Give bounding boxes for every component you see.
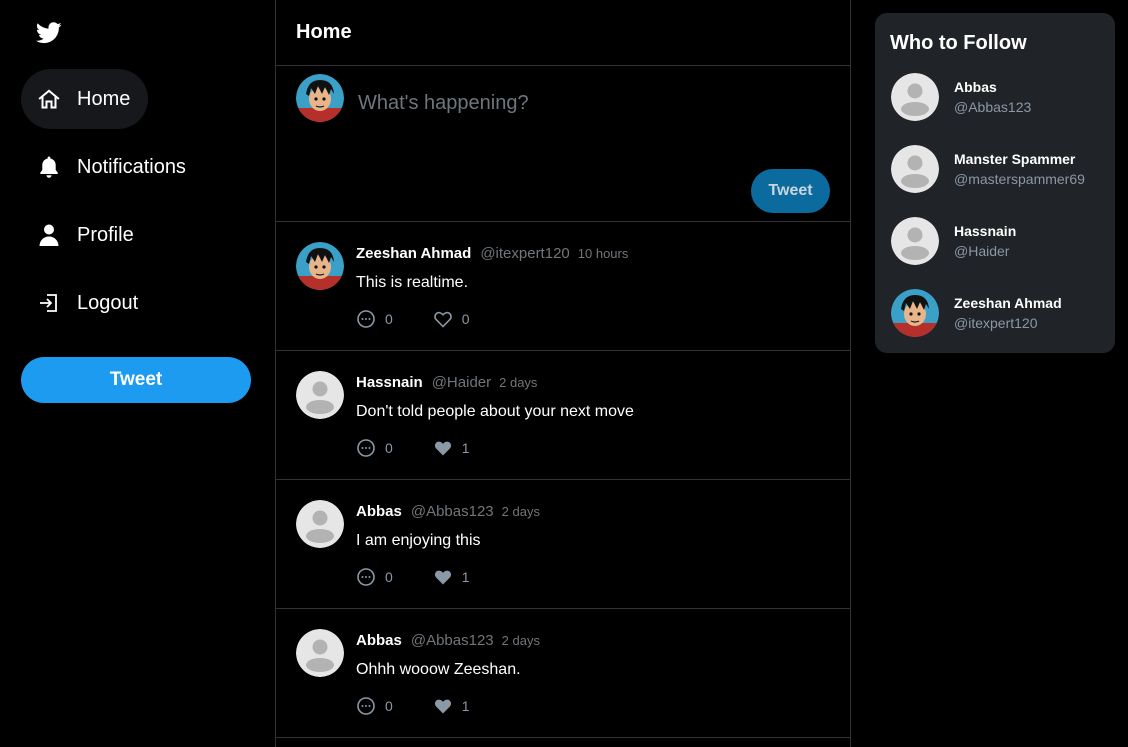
default-avatar[interactable]	[891, 145, 939, 193]
tweet-header: Abbas @Abbas123 2 days	[356, 632, 540, 652]
page-title: Home	[276, 0, 850, 66]
sidebar-item-notifications[interactable]: Notifications	[21, 137, 204, 197]
tweet-text: I am enjoying this	[356, 532, 481, 549]
heart-filled-icon	[434, 699, 451, 714]
tweet-author-name[interactable]: Hassnain	[356, 374, 423, 391]
default-avatar[interactable]	[891, 73, 939, 121]
tweet-author-handle[interactable]: @Abbas123	[411, 632, 494, 649]
tweet-item[interactable]: Zeeshan Ahmad @itexpert120 10 hours This…	[276, 222, 850, 351]
sidebar-item-home[interactable]: Home	[21, 69, 149, 129]
bell-icon	[37, 155, 61, 179]
sidebar: Home Notifications Profile Logout Tweet	[0, 0, 275, 747]
sidebar-item-label: Logout	[77, 291, 139, 314]
tweet-item[interactable]: Abbas @Abbas123 2 days I am enjoying thi…	[276, 480, 850, 609]
sidebar-item-label: Notifications	[77, 155, 186, 178]
follow-user-handle: @Abbas123	[954, 99, 1032, 115]
anime-avatar[interactable]	[296, 242, 344, 290]
follow-suggestion[interactable]: Zeeshan Ahmad @itexpert120	[891, 289, 1101, 341]
tweet-timestamp: 2 days	[499, 375, 538, 390]
tweet-item[interactable]: Hassnain @Haider 2 days Don't told peopl…	[276, 351, 850, 480]
follow-suggestion[interactable]: Abbas @Abbas123	[891, 73, 1101, 125]
tweet-timestamp: 2 days	[501, 633, 540, 648]
app-root: Home Notifications Profile Logout Tweet …	[0, 0, 1128, 747]
who-to-follow-panel: Who to Follow Abbas @Abbas123 Manster Sp…	[875, 13, 1115, 353]
default-avatar[interactable]	[296, 371, 344, 419]
anime-avatar[interactable]	[891, 289, 939, 337]
tweet-author-handle[interactable]: @Haider	[432, 374, 491, 391]
composer-tweet-button[interactable]: Tweet	[751, 169, 830, 213]
reply-count: 0	[385, 311, 393, 327]
reply-count: 0	[385, 698, 393, 714]
like-button[interactable]: 0	[433, 309, 470, 329]
reply-count: 0	[385, 569, 393, 585]
sidebar-tweet-button[interactable]: Tweet	[21, 357, 251, 403]
reply-button[interactable]: 0	[356, 438, 393, 458]
like-button[interactable]: 1	[433, 438, 470, 458]
reply-count: 0	[385, 440, 393, 456]
tweet-header: Hassnain @Haider 2 days	[356, 374, 537, 394]
comment-icon	[357, 310, 375, 328]
tweet-timestamp: 2 days	[501, 504, 540, 519]
anime-avatar	[296, 74, 344, 122]
tweet-author-handle[interactable]: @Abbas123	[411, 503, 494, 520]
logout-icon	[37, 291, 61, 315]
default-avatar[interactable]	[296, 500, 344, 548]
user-icon	[37, 223, 61, 247]
follow-suggestion[interactable]: Manster Spammer @masterspammer69	[891, 145, 1101, 197]
reply-button[interactable]: 0	[356, 696, 393, 716]
sidebar-item-label: Profile	[77, 223, 134, 246]
heart-filled-icon	[434, 570, 451, 585]
tweet-author-name[interactable]: Zeeshan Ahmad	[356, 245, 471, 262]
tweet-header: Abbas @Abbas123 2 days	[356, 503, 540, 523]
like-button[interactable]: 1	[433, 696, 470, 716]
like-button[interactable]: 1	[433, 567, 470, 587]
tweet-author-name[interactable]: Abbas	[356, 632, 402, 649]
follow-user-handle: @itexpert120	[954, 315, 1038, 331]
default-avatar[interactable]	[296, 629, 344, 677]
follow-user-name[interactable]: Hassnain	[954, 223, 1016, 239]
tweet-timestamp: 10 hours	[577, 246, 629, 261]
follow-user-handle: @Haider	[954, 243, 1010, 259]
like-count: 0	[461, 311, 470, 327]
tweet-text: Don't told people about your next move	[356, 403, 634, 420]
comment-icon	[357, 697, 375, 715]
composer-input[interactable]	[358, 88, 818, 118]
tweet-text: Ohhh wooow Zeeshan.	[356, 661, 521, 678]
follow-user-name[interactable]: Abbas	[954, 79, 997, 95]
follow-user-handle: @masterspammer69	[954, 171, 1085, 187]
follow-user-name[interactable]: Zeeshan Ahmad	[954, 295, 1062, 311]
tweet-text: This is realtime.	[356, 274, 469, 291]
heart-filled-icon	[434, 441, 451, 456]
heart-outline-icon	[433, 311, 452, 328]
follow-user-name[interactable]: Manster Spammer	[954, 151, 1075, 167]
sidebar-item-label: Home	[77, 87, 131, 110]
sidebar-item-logout[interactable]: Logout	[21, 273, 156, 333]
tweet-actions: 0 1	[356, 567, 510, 587]
tweet-actions: 0 1	[356, 438, 510, 458]
home-icon	[37, 87, 61, 111]
tweet-actions: 0 0	[356, 309, 510, 329]
follow-suggestion[interactable]: Hassnain @Haider	[891, 217, 1101, 269]
comment-icon	[357, 568, 375, 586]
tweet-item[interactable]: Abbas @Abbas123 2 days Ohhh wooow Zeesha…	[276, 609, 850, 738]
comment-icon	[357, 439, 375, 457]
tweet-author-handle[interactable]: @itexpert120	[480, 245, 569, 262]
reply-button[interactable]: 0	[356, 567, 393, 587]
like-count: 1	[461, 440, 470, 456]
main-feed: Home Tweet	[275, 0, 851, 747]
default-avatar[interactable]	[891, 217, 939, 265]
twitter-bird-icon[interactable]	[35, 22, 62, 44]
reply-button[interactable]: 0	[356, 309, 393, 329]
tweet-header: Zeeshan Ahmad @itexpert120 10 hours	[356, 245, 628, 265]
sidebar-item-profile[interactable]: Profile	[21, 205, 152, 265]
tweet-author-name[interactable]: Abbas	[356, 503, 402, 520]
like-count: 1	[461, 698, 470, 714]
tweet-composer: Tweet	[276, 66, 850, 222]
who-to-follow-title: Who to Follow	[890, 32, 1027, 54]
tweet-actions: 0 1	[356, 696, 510, 716]
like-count: 1	[461, 569, 470, 585]
